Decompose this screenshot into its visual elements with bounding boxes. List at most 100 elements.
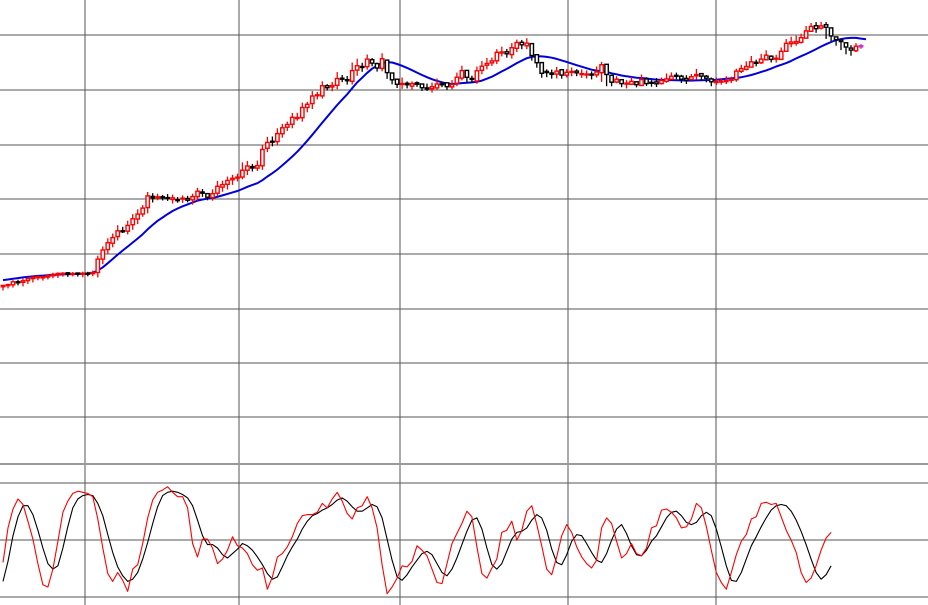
candle-body (0, 284, 6, 288)
candle-body (684, 77, 689, 82)
candle-body (803, 30, 809, 39)
candle-body (514, 41, 520, 50)
candle-body (793, 40, 799, 44)
candle-body (694, 73, 699, 77)
candle-body (753, 61, 759, 64)
candle-body (544, 70, 550, 74)
stock-chart (0, 0, 928, 605)
candle-body (90, 271, 96, 275)
candle-body (45, 275, 51, 278)
candle-body (504, 51, 510, 55)
candle-body (75, 272, 81, 275)
candle-body (664, 78, 669, 83)
candle-body (289, 116, 295, 125)
candle-body (25, 277, 31, 282)
candle-body (569, 70, 575, 74)
candle-body (644, 78, 649, 85)
candle-body (85, 272, 91, 275)
candle-body (230, 177, 235, 181)
candle-body (534, 54, 540, 64)
candle-body (175, 198, 180, 202)
candle-body (629, 80, 634, 86)
candle-body (728, 78, 734, 82)
candle-body (853, 45, 859, 52)
candle-body (10, 281, 16, 286)
candle-body (833, 36, 839, 41)
candle-body (474, 70, 480, 82)
candle-body (120, 230, 126, 233)
candle-body (155, 196, 160, 199)
candle-body (738, 67, 744, 72)
candle-body (379, 58, 385, 70)
candle-body (140, 207, 146, 215)
candle-body (314, 94, 320, 97)
candle-body (524, 42, 530, 47)
candle-body (369, 59, 375, 64)
candle-body (634, 81, 639, 86)
candle-body (594, 71, 600, 76)
candle-body (479, 65, 485, 71)
candle-body (509, 47, 515, 56)
candle-body (554, 70, 560, 75)
candle-body (743, 65, 749, 71)
candle-body (399, 82, 405, 86)
candle-body (374, 62, 380, 69)
candle-body (205, 192, 210, 198)
candle-body (649, 81, 654, 85)
candle-body (444, 82, 450, 88)
candle-body (723, 79, 729, 83)
candle-body (614, 78, 620, 83)
candle-body (225, 179, 230, 185)
candle-body (409, 82, 415, 87)
candle-body (349, 69, 355, 82)
candle-body (848, 47, 854, 51)
candle-body (200, 191, 205, 194)
candle-body (818, 25, 824, 29)
candle-body (489, 60, 495, 64)
candle-body (579, 72, 585, 76)
candle-body (654, 81, 659, 85)
candle-body (170, 197, 175, 201)
candle-body (449, 83, 455, 88)
candle-body (659, 79, 664, 85)
candle-body (484, 62, 490, 66)
candle-body (584, 73, 590, 76)
candle-body (539, 61, 545, 74)
candle-body (265, 141, 270, 149)
candle-body (354, 64, 360, 71)
candle-body (424, 87, 430, 90)
candle-body (270, 140, 275, 143)
candle-body (135, 213, 141, 220)
candle-body (55, 272, 61, 276)
candle-body (249, 165, 255, 169)
candle-body (419, 83, 425, 89)
candle-body (195, 190, 200, 198)
candle-body (35, 275, 41, 279)
candle-body (284, 123, 290, 128)
candle-body (574, 70, 580, 74)
candle-body (529, 42, 535, 57)
candle-body (669, 75, 674, 81)
candle-body (344, 78, 350, 82)
candle-body (773, 57, 779, 60)
candle-body (105, 241, 111, 251)
candle-body (80, 272, 86, 275)
candle-body (519, 41, 525, 46)
candle-body (364, 58, 370, 68)
candle-body (165, 196, 170, 200)
candle-body (329, 84, 335, 88)
candle-body (699, 72, 704, 77)
candle-body (70, 272, 76, 276)
candle-body (5, 284, 11, 287)
candle-body (180, 197, 185, 200)
candle-body (604, 63, 610, 76)
candle-body (758, 58, 764, 64)
candle-body (589, 73, 595, 76)
candle-body (718, 80, 724, 83)
candle-body (788, 41, 794, 45)
candle-body (130, 218, 136, 226)
candle-body (160, 196, 165, 199)
candle-body (324, 84, 330, 89)
candle-body (299, 106, 305, 119)
candle-body (215, 185, 220, 194)
